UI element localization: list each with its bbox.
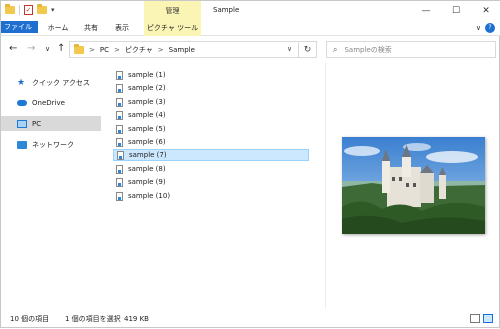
tab-share[interactable]: 共有 bbox=[79, 21, 103, 36]
image-file-icon bbox=[116, 137, 123, 147]
list-item[interactable]: sample (6) bbox=[113, 136, 309, 148]
quick-access-toolbar: ✓ ▾ bbox=[5, 4, 55, 15]
sidebar-item-label: OneDrive bbox=[32, 98, 65, 107]
window-controls: — ☐ ✕ bbox=[411, 1, 500, 21]
file-name: sample (8) bbox=[128, 165, 166, 173]
file-name: sample (5) bbox=[128, 125, 166, 133]
image-file-icon bbox=[116, 177, 123, 187]
list-item-selected[interactable]: sample (7) bbox=[113, 149, 309, 161]
image-file-icon bbox=[116, 191, 123, 201]
folder-icon bbox=[5, 4, 15, 14]
view-switcher bbox=[470, 314, 493, 323]
file-name: sample (2) bbox=[128, 84, 166, 92]
file-name: sample (3) bbox=[128, 98, 166, 106]
sidebar-item-label: PC bbox=[32, 119, 42, 128]
toolbar-separator bbox=[19, 5, 20, 15]
up-button[interactable]: ↑ bbox=[57, 43, 65, 54]
sidebar-item-quick-access[interactable]: ★ クイック アクセス bbox=[1, 75, 101, 90]
list-item[interactable]: sample (5) bbox=[113, 123, 309, 135]
castle-photo-preview bbox=[342, 137, 485, 234]
new-folder-icon[interactable] bbox=[37, 4, 47, 14]
monitor-icon bbox=[17, 119, 27, 128]
castle-photo-image bbox=[342, 137, 485, 234]
chevron-right-icon: > bbox=[157, 45, 164, 54]
status-bar: 10 個の項目 1 個の項目を選択 419 KB bbox=[1, 309, 500, 329]
selection-count: 1 個の項目を選択 bbox=[65, 315, 121, 323]
tab-file[interactable]: ファイル bbox=[1, 21, 38, 33]
list-item[interactable]: sample (4) bbox=[113, 109, 309, 121]
list-item[interactable]: sample (10) bbox=[113, 190, 309, 202]
customize-toolbar-icon[interactable]: ▾ bbox=[51, 6, 55, 14]
star-icon: ★ bbox=[17, 77, 26, 88]
list-item[interactable]: sample (9) bbox=[113, 176, 309, 188]
network-icon bbox=[17, 140, 27, 149]
address-row: ← → ∨ ↑ > PC > ピクチャ > Sample ∨ ↻ ⌕ bbox=[1, 37, 500, 62]
title-bar: ✓ ▾ 管理 Sample — ☐ ✕ bbox=[1, 1, 500, 21]
file-list: sample (1) sample (2) sample (3) sample … bbox=[101, 63, 325, 309]
file-name: sample (9) bbox=[128, 178, 166, 186]
address-dropdown-icon[interactable]: ∨ bbox=[287, 45, 292, 53]
selection-size: 419 KB bbox=[124, 315, 149, 323]
close-button[interactable]: ✕ bbox=[471, 1, 500, 21]
image-file-icon bbox=[116, 164, 123, 174]
help-icon[interactable]: ? bbox=[485, 23, 495, 33]
item-count: 10 個の項目 bbox=[10, 315, 50, 323]
sidebar-item-label: クイック アクセス bbox=[32, 78, 90, 87]
forward-button[interactable]: → bbox=[27, 43, 35, 54]
back-button[interactable]: ← bbox=[9, 43, 17, 54]
breadcrumb-pictures[interactable]: ピクチャ bbox=[125, 45, 153, 55]
search-icon: ⌕ bbox=[333, 44, 338, 54]
tab-home[interactable]: ホーム bbox=[42, 21, 74, 36]
breadcrumb-pc[interactable]: PC bbox=[100, 46, 109, 54]
list-item[interactable]: sample (1) bbox=[113, 69, 309, 81]
list-item[interactable]: sample (2) bbox=[113, 82, 309, 94]
address-bar[interactable]: > PC > ピクチャ > Sample bbox=[69, 41, 299, 58]
file-name: sample (6) bbox=[128, 138, 166, 146]
list-item[interactable]: sample (8) bbox=[113, 163, 309, 175]
refresh-button[interactable]: ↻ bbox=[299, 41, 317, 58]
search-box[interactable]: ⌕ bbox=[326, 41, 496, 58]
image-file-icon bbox=[116, 124, 123, 134]
file-name: sample (10) bbox=[128, 192, 171, 200]
image-file-icon bbox=[116, 110, 123, 120]
image-file-icon bbox=[116, 97, 123, 107]
tab-picture-tools[interactable]: ピクチャ ツール bbox=[144, 21, 201, 36]
image-file-icon bbox=[116, 83, 123, 93]
properties-icon[interactable]: ✓ bbox=[24, 5, 33, 15]
image-file-icon bbox=[117, 150, 124, 160]
context-group-label: 管理 bbox=[165, 7, 180, 15]
breadcrumb-sample[interactable]: Sample bbox=[169, 46, 195, 54]
file-name: sample (1) bbox=[128, 71, 166, 79]
search-input[interactable] bbox=[344, 45, 485, 54]
sidebar-item-onedrive[interactable]: OneDrive bbox=[1, 95, 101, 110]
image-file-icon bbox=[116, 70, 123, 80]
cloud-icon bbox=[17, 99, 27, 106]
details-view-icon[interactable] bbox=[470, 314, 480, 323]
navigation-pane: ★ クイック アクセス OneDrive PC ネットワーク bbox=[1, 63, 101, 309]
tab-view[interactable]: 表示 bbox=[110, 21, 134, 36]
chevron-right-icon: > bbox=[89, 45, 95, 54]
list-item[interactable]: sample (3) bbox=[113, 96, 309, 108]
recent-locations-button[interactable]: ∨ bbox=[45, 45, 50, 53]
preview-pane bbox=[325, 63, 500, 309]
file-name: sample (7) bbox=[129, 151, 167, 159]
sidebar-item-network[interactable]: ネットワーク bbox=[1, 137, 101, 152]
ribbon-tabs: ファイル ホーム 共有 表示 ピクチャ ツール ∨ ? bbox=[1, 21, 500, 36]
minimize-button[interactable]: — bbox=[411, 1, 441, 21]
explorer-window: ✓ ▾ 管理 Sample — ☐ ✕ ファイル ホーム 共有 表示 ピクチャ … bbox=[0, 0, 500, 328]
sidebar-item-pc[interactable]: PC bbox=[1, 116, 101, 131]
file-name: sample (4) bbox=[128, 111, 166, 119]
folder-icon bbox=[74, 43, 84, 54]
large-icons-view-icon[interactable] bbox=[483, 314, 493, 323]
window-title: Sample bbox=[213, 6, 240, 14]
sidebar-item-label: ネットワーク bbox=[32, 140, 74, 149]
chevron-right-icon: > bbox=[113, 45, 120, 54]
maximize-button[interactable]: ☐ bbox=[441, 1, 471, 21]
collapse-ribbon-icon[interactable]: ∨ bbox=[476, 24, 481, 32]
